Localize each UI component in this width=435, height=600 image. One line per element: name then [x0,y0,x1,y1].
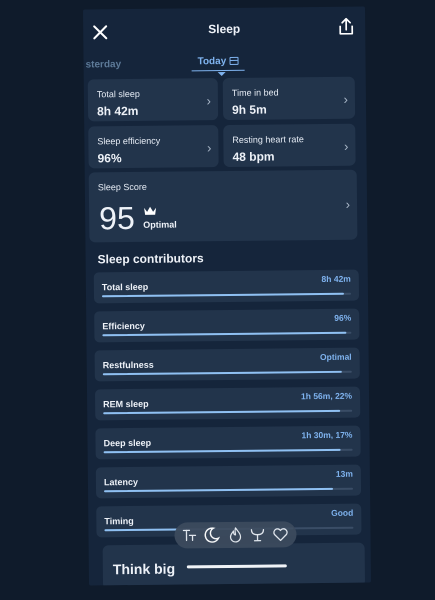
chevron-right-icon: › [207,140,212,156]
contributor-value: 1h 30m, 17% [301,429,353,441]
heart-icon[interactable] [271,525,289,543]
tab-today[interactable]: Today [191,55,245,72]
progress-track [102,370,352,376]
card-label: Total sleep [96,88,140,100]
sleep-moon-icon[interactable] [202,526,221,544]
resting-heart-rate-card[interactable]: Resting heart rate 48 bpm › [223,123,356,168]
contributor-value: 8h 42m [321,273,351,285]
score-rating: Optimal [143,219,177,230]
top-bar: Sleep [83,7,365,54]
bottom-nav [174,521,297,549]
contributor-value: 13m [335,468,353,479]
contributor-label: Efficiency [102,320,145,332]
contributor-label: Deep sleep [103,437,152,449]
calendar-icon [229,56,239,65]
progress-fill [101,292,344,298]
card-value: 96% [97,151,122,166]
card-value: 8h 42m [96,103,139,119]
contributor-restfulness[interactable]: Restfulness Optimal [94,347,360,382]
contributor-label: Timing [104,515,134,527]
tab-yesterday[interactable]: sterday [86,59,122,70]
progress-fill [104,487,334,493]
readiness-icon[interactable] [180,526,198,544]
contributor-label: REM sleep [103,398,149,410]
contributor-rem-sleep[interactable]: REM sleep 1h 56m, 22% [94,386,361,421]
progress-track [103,409,353,415]
card-title: Think big [112,560,176,578]
progress-track [102,331,352,337]
card-value: 9h 5m [231,102,267,117]
share-icon[interactable] [337,17,355,37]
progress-fill [103,409,340,415]
activity-flame-icon[interactable] [226,526,244,544]
contributor-efficiency[interactable]: Efficiency 96% [94,308,360,343]
sleep-efficiency-card[interactable]: Sleep efficiency 96% › [88,125,219,169]
total-sleep-card[interactable]: Total sleep 8h 42m › [87,78,219,122]
card-label: Resting heart rate [232,134,304,145]
page-title: Sleep [208,21,241,37]
contributor-deep-sleep[interactable]: Deep sleep 1h 30m, 17% [95,425,361,460]
contributor-value: Good [331,507,354,518]
sleep-screen: Sleep sterday Today Total sleep 8h 42m ›… [82,6,372,586]
vitals-icon[interactable] [248,526,266,544]
active-tab-indicator [217,72,226,77]
time-in-bed-card[interactable]: Time in bed 9h 5m › [222,76,356,121]
sleep-score-card[interactable]: Sleep Score 95 Optimal › [88,169,358,243]
crown-icon [144,206,157,215]
chevron-right-icon: › [343,91,349,107]
chevron-right-icon: › [344,138,349,154]
card-label: Time in bed [231,87,279,98]
progress-track [101,292,351,298]
day-tabs: sterday Today [83,51,365,77]
chevron-right-icon: › [345,196,351,212]
card-label: Sleep efficiency [97,135,161,147]
score-label: Sleep Score [97,181,147,193]
progress-track [104,487,354,493]
contributor-latency[interactable]: Latency 13m [95,464,362,499]
card-value: 48 bpm [232,149,275,164]
contributor-label: Total sleep [101,281,149,293]
progress-track [103,448,353,454]
contributor-total-sleep[interactable]: Total sleep 8h 42m [93,269,360,304]
contributor-value: 1h 56m, 22% [300,390,353,402]
contributor-value: 96% [334,312,352,323]
section-title: Sleep contributors [97,251,204,267]
progress-fill [103,448,341,454]
contributor-label: Restfulness [102,359,154,371]
score-value: 95 [98,199,135,237]
contributor-label: Latency [103,476,139,488]
progress-fill [102,370,342,376]
contributor-value: Optimal [319,351,352,363]
chevron-right-icon: › [206,93,212,109]
tab-today-label: Today [197,55,227,68]
progress-fill [102,331,347,337]
